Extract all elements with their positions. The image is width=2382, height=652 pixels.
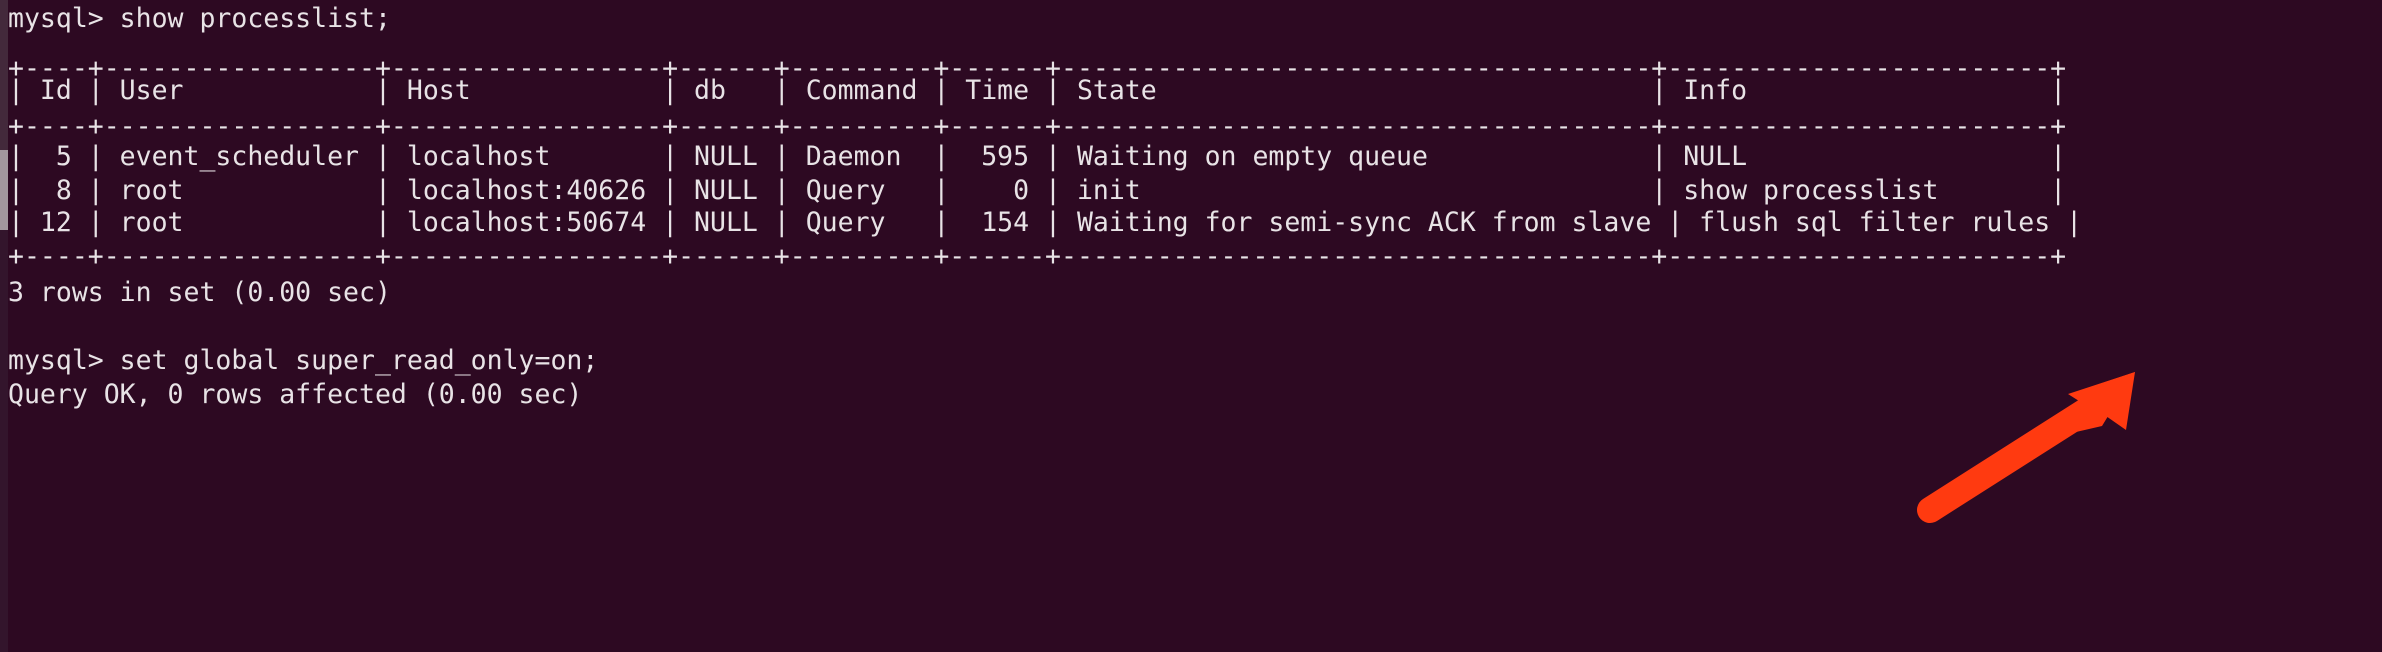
table-header-row: | Id | User | Host | db | Command | Time… — [8, 75, 2067, 106]
scrollbar[interactable] — [0, 0, 8, 652]
result-query-ok: Query OK, 0 rows affected (0.00 sec) — [8, 379, 583, 410]
scrollbar-track-upper[interactable] — [0, 0, 8, 150]
result-rows-in-set: 3 rows in set (0.00 sec) — [8, 277, 391, 308]
red-arrow-annotation — [1917, 372, 2135, 523]
terminal-window[interactable]: mysql> show processlist; +----+---------… — [0, 0, 2382, 652]
scrollbar-track-lower[interactable] — [0, 230, 8, 652]
table-row: | 5 | event_scheduler | localhost | NULL… — [8, 141, 2067, 172]
scrollbar-thumb[interactable] — [0, 150, 8, 230]
table-border-header: +----+-----------------+----------------… — [8, 111, 2067, 142]
table-row: | 12 | root | localhost:50674 | NULL | Q… — [8, 207, 2083, 238]
table-row: | 8 | root | localhost:40626 | NULL | Qu… — [8, 175, 2067, 206]
command-line-set-super-read-only: mysql> set global super_read_only=on; — [8, 345, 599, 376]
command-line-show-processlist: mysql> show processlist; — [8, 3, 391, 34]
table-border-bottom: +----+-----------------+----------------… — [8, 241, 2067, 272]
